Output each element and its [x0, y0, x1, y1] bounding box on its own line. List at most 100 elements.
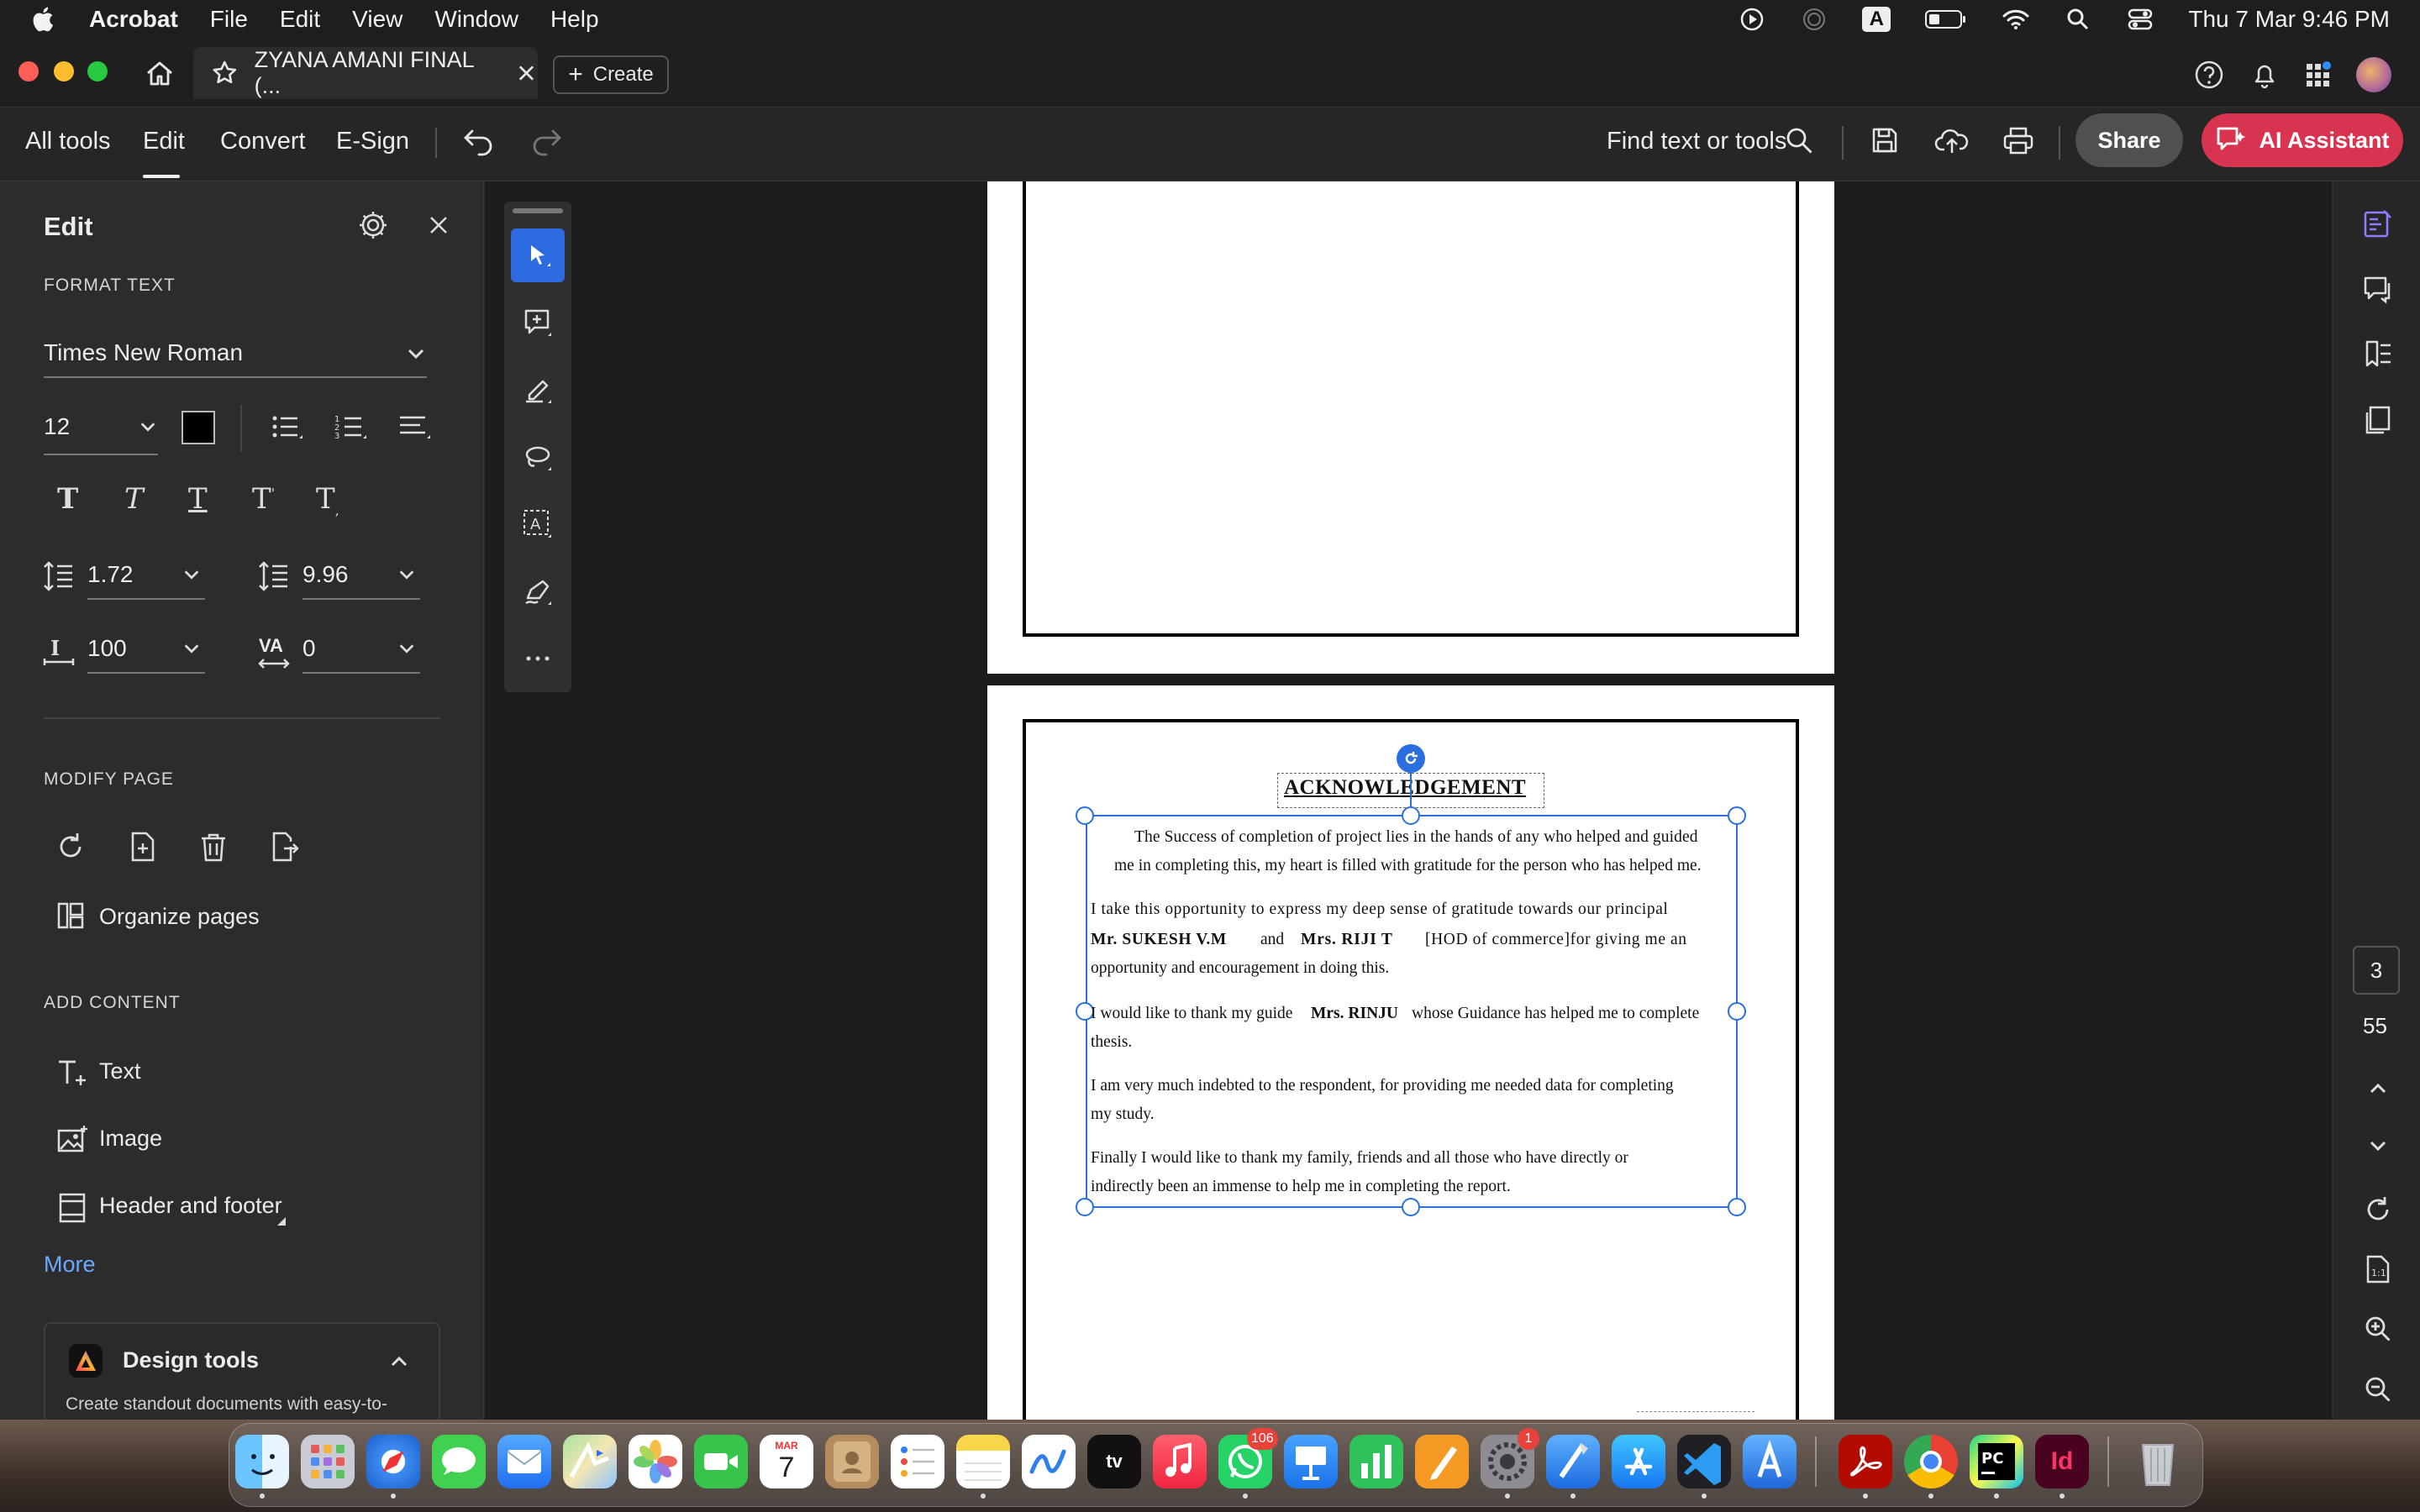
paragraph-2-hod-role[interactable]: [HOD of commerce]for giving me an — [1425, 931, 1687, 949]
superscript-icon[interactable]: T' — [252, 482, 275, 516]
dock-pages[interactable] — [1415, 1435, 1469, 1488]
resize-handle-top-left[interactable] — [1076, 806, 1094, 825]
zoom-in-icon[interactable] — [2361, 1312, 2395, 1346]
dock-notes[interactable] — [956, 1435, 1010, 1488]
control-center-icon[interactable] — [2126, 7, 2154, 32]
text-color-swatch[interactable] — [182, 411, 215, 444]
line-spacing-input[interactable]: 1.72 — [87, 561, 134, 588]
dock-maps[interactable] — [563, 1435, 617, 1488]
italic-icon[interactable]: T — [124, 482, 144, 516]
minimize-window-button[interactable] — [54, 61, 74, 81]
paragraph-5-line-2[interactable]: indirectly been an immense to help me in… — [1091, 1178, 1511, 1196]
paragraph-4-line-2[interactable]: my study. — [1091, 1105, 1155, 1124]
menu-help[interactable]: Help — [550, 6, 599, 33]
print-icon[interactable] — [2002, 124, 2035, 160]
header-footer-button[interactable]: Header and footer — [99, 1193, 282, 1219]
font-family-select[interactable]: Times New Roman — [44, 339, 243, 366]
dock-music[interactable] — [1153, 1435, 1207, 1488]
airdrop-icon[interactable] — [1800, 7, 1828, 32]
paragraph-2-line-3[interactable]: opportunity and encouragement in doing t… — [1091, 959, 1389, 978]
paragraph-2-line-1[interactable]: I take this opportunity to express my de… — [1091, 900, 1668, 919]
paragraph-spacing-chevron-down-icon[interactable] — [397, 564, 417, 589]
dock-acrobat[interactable] — [1839, 1435, 1892, 1488]
dock-pycharm[interactable]: PC — [1970, 1435, 2023, 1488]
select-tool[interactable] — [511, 228, 565, 282]
font-size-chevron-down-icon[interactable] — [138, 417, 158, 441]
draw-freeform-tool[interactable] — [511, 430, 565, 484]
dock-keynote[interactable] — [1284, 1435, 1338, 1488]
notifications-bell-icon[interactable] — [2249, 59, 2281, 95]
star-icon[interactable] — [210, 58, 239, 88]
play-icon[interactable] — [1738, 7, 1766, 32]
nav-convert[interactable]: Convert — [220, 128, 306, 155]
rotate-page-icon[interactable] — [54, 830, 87, 868]
paragraph-3-line-2[interactable]: thesis. — [1091, 1033, 1132, 1052]
input-source-icon[interactable]: A — [1862, 7, 1891, 32]
dock-vscode[interactable] — [1677, 1435, 1731, 1488]
dock-contacts[interactable] — [825, 1435, 879, 1488]
underline-icon[interactable]: T — [188, 482, 208, 516]
save-icon[interactable] — [1869, 124, 1901, 160]
more-link[interactable]: More — [44, 1252, 96, 1278]
more-tools-ellipsis-icon[interactable] — [511, 632, 565, 685]
bookmarks-rail-icon[interactable] — [2361, 338, 2395, 371]
paragraph-2-name-principal[interactable]: Mr. SUKESH V.M — [1091, 931, 1227, 949]
add-text-box-tool[interactable]: A — [511, 497, 565, 551]
undo-icon[interactable] — [462, 126, 496, 160]
resize-handle-bottom-middle[interactable] — [1402, 1198, 1420, 1216]
bulleted-list-icon[interactable] — [271, 413, 304, 448]
menu-view[interactable]: View — [352, 6, 402, 33]
paragraph-3-line-1-end[interactable]: whose Guidance has helped me to complete — [1412, 1005, 1699, 1023]
nav-all-tools[interactable]: All tools — [25, 128, 111, 155]
battery-icon[interactable] — [1924, 7, 1968, 32]
resize-handle-top-middle[interactable] — [1402, 806, 1420, 825]
menu-file[interactable]: File — [210, 6, 248, 33]
character-spacing-chevron-down-icon[interactable] — [397, 638, 417, 663]
resize-handle-bottom-right[interactable] — [1728, 1198, 1746, 1216]
current-page-input[interactable]: 3 — [2353, 946, 2400, 995]
paragraph-3-guide-name[interactable]: Mrs. RINJU — [1311, 1005, 1398, 1023]
menu-window[interactable]: Window — [434, 6, 518, 33]
nav-edit[interactable]: Edit — [143, 128, 185, 155]
dock-finder[interactable] — [235, 1435, 289, 1488]
rotate-handle-icon[interactable] — [1397, 744, 1425, 773]
dock-facetime[interactable] — [694, 1435, 748, 1488]
nav-e-sign[interactable]: E-Sign — [336, 128, 409, 155]
home-icon[interactable] — [143, 57, 176, 91]
paragraph-2-name-hod[interactable]: Mrs. RIJI T — [1301, 931, 1393, 949]
document-heading[interactable]: ACKNOWLEDGEMENT — [1284, 776, 1526, 800]
delete-page-icon[interactable] — [197, 830, 230, 868]
comments-rail-icon[interactable] — [2361, 272, 2395, 306]
resize-handle-top-right[interactable] — [1728, 806, 1746, 825]
help-icon[interactable] — [2193, 59, 2225, 95]
line-spacing-chevron-down-icon[interactable] — [182, 564, 202, 589]
paragraph-5-line-1[interactable]: Finally I would like to thank my family,… — [1091, 1149, 1628, 1168]
resize-handle-middle-right[interactable] — [1728, 1002, 1746, 1021]
dock-instruments[interactable] — [1743, 1435, 1797, 1488]
insert-page-icon[interactable] — [126, 830, 160, 868]
close-tab-icon[interactable] — [515, 61, 538, 85]
redo-icon[interactable] — [529, 126, 563, 160]
dock-calendar[interactable]: MAR 7 — [760, 1435, 813, 1488]
document-tab[interactable]: ZYANA AMANI FINAL (... — [193, 47, 538, 99]
dock-indesign[interactable]: Id — [2035, 1435, 2089, 1488]
paragraph-1-line-1[interactable]: The Success of completion of project lie… — [1134, 828, 1698, 847]
zoom-out-icon[interactable] — [2361, 1373, 2395, 1406]
cloud-upload-icon[interactable] — [1934, 124, 1970, 160]
font-family-chevron-down-icon[interactable] — [405, 343, 427, 369]
next-page-chevron-down-icon[interactable] — [2361, 1129, 2395, 1163]
dock-xcode[interactable] — [1546, 1435, 1600, 1488]
font-size-input[interactable]: 12 — [44, 413, 70, 440]
menu-app-name[interactable]: Acrobat — [89, 6, 178, 33]
share-button[interactable]: Share — [2075, 113, 2183, 167]
find-text-or-tools[interactable]: Find text or tools — [1607, 128, 1786, 155]
apple-icon[interactable] — [30, 4, 59, 34]
paragraph-spacing-input[interactable]: 9.96 — [302, 561, 349, 588]
previous-page-chevron-up-icon[interactable] — [2361, 1072, 2395, 1105]
sign-tool[interactable] — [511, 564, 565, 618]
dock-messages[interactable] — [432, 1435, 486, 1488]
pages-thumbnails-rail-icon[interactable] — [2361, 403, 2395, 437]
dock-chrome[interactable] — [1904, 1435, 1958, 1488]
character-spacing-input[interactable]: 0 — [302, 635, 316, 662]
settings-gear-icon[interactable] — [356, 208, 390, 246]
